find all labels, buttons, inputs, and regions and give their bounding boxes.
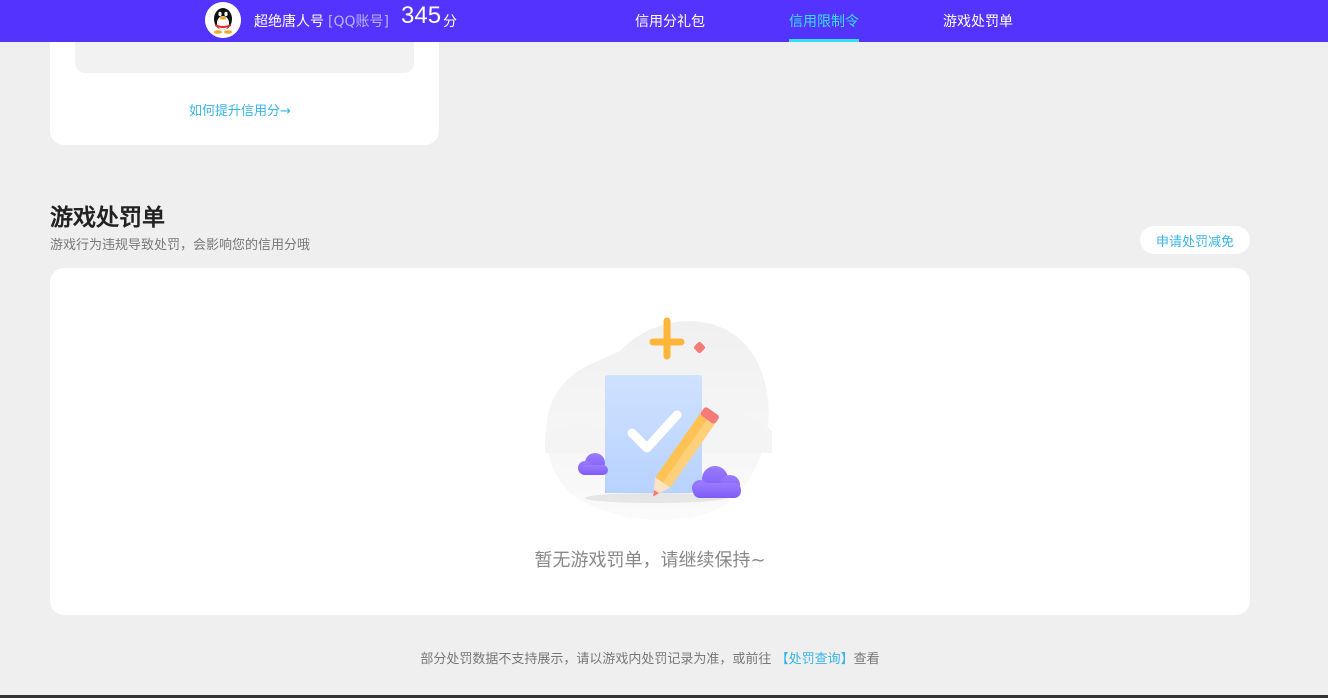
account-type-label: [QQ账号] <box>328 14 389 30</box>
username: 超绝唐人号 <box>254 14 324 30</box>
footer-note: 部分处罚数据不支持展示，请以游戏内处罚记录为准，或前往 【处罚查询】查看 <box>0 648 1300 667</box>
nav-credit-restriction-order[interactable]: 信用限制令 <box>789 11 859 31</box>
penalty-list-card: 暂无游戏罚单，请继续保持~ <box>50 268 1250 615</box>
credit-card: 如何提升信用分→ <box>50 42 439 145</box>
nav-credit-gift-pack[interactable]: 信用分礼包 <box>635 11 705 31</box>
top-nav-bar: 超绝唐人号 [QQ账号] 345 分 信用分礼包 信用限制令 游戏处罚单 <box>0 0 1328 42</box>
active-tab-indicator <box>789 39 859 42</box>
empty-state-illustration <box>540 313 775 528</box>
empty-state-message: 暂无游戏罚单，请继续保持~ <box>534 550 766 571</box>
credit-card-inner-panel <box>75 42 414 73</box>
credit-score-value: 345 <box>401 2 442 29</box>
footer-note-text: 部分处罚数据不支持展示，请以游戏内处罚记录为准，或前往 <box>420 652 772 667</box>
how-to-improve-credit-link[interactable]: 如何提升信用分→ <box>189 100 291 119</box>
section-subtitle: 游戏行为违规导致处罚，会影响您的信用分哦 <box>50 238 311 253</box>
section-title: 游戏处罚单 <box>50 205 165 231</box>
penalty-query-link[interactable]: 【处罚查询】 <box>776 652 854 667</box>
document-check-pencil-icon <box>545 317 772 520</box>
footer-note-suffix: 查看 <box>853 652 880 667</box>
credit-score-unit: 分 <box>443 14 457 30</box>
qq-penguin-avatar[interactable] <box>205 2 241 38</box>
nav-game-penalty-list[interactable]: 游戏处罚单 <box>943 11 1013 31</box>
apply-penalty-reduction-button[interactable]: 申请处罚减免 <box>1140 226 1250 254</box>
